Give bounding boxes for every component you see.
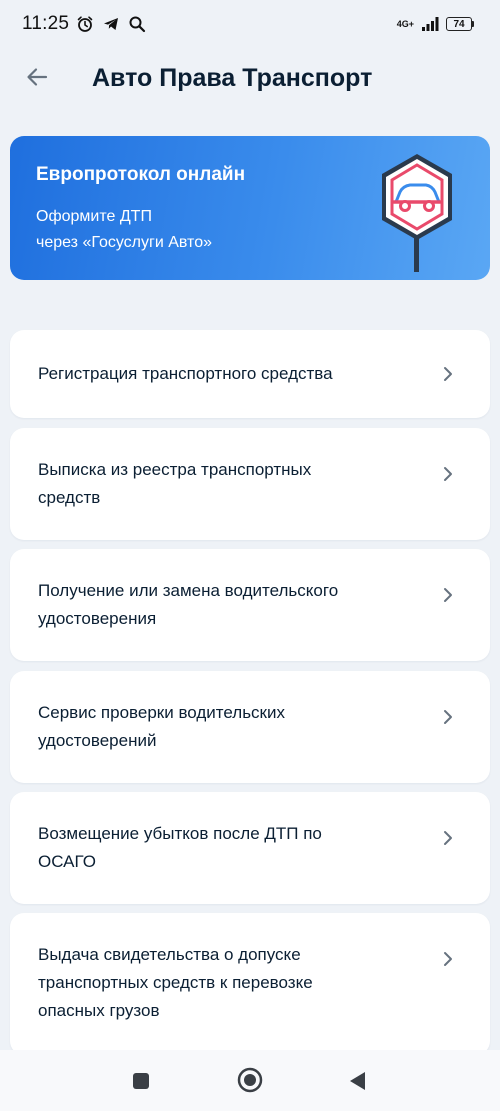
service-label-line2: средств <box>38 488 101 507</box>
battery-icon: 74 <box>446 17 474 31</box>
chevron-right-icon <box>438 585 458 605</box>
recent-apps-icon[interactable] <box>128 1068 154 1094</box>
network-label: 4G+ <box>396 18 414 29</box>
status-right: 4G+ 74 <box>397 14 474 34</box>
service-vehicle-registration[interactable]: Регистрация транспортного средства <box>10 330 490 418</box>
service-license-check[interactable]: Сервис проверки водительских удостоверен… <box>10 671 490 783</box>
service-label: Выписка из реестра транспортных средств <box>38 456 418 512</box>
car-road-sign-icon <box>376 150 458 274</box>
europrotocol-banner[interactable]: Европротокол онлайн Оформите ДТП через «… <box>10 136 490 280</box>
battery-tip <box>472 21 474 27</box>
header: Авто Права Транспорт <box>0 48 500 110</box>
service-vehicle-registry-extract[interactable]: Выписка из реестра транспортных средств <box>10 428 490 540</box>
home-icon[interactable] <box>236 1066 264 1094</box>
chevron-right-icon <box>438 707 458 727</box>
service-label-line3: опасных грузов <box>38 1001 160 1020</box>
service-label: Выдача свидетельства о допуске транспорт… <box>38 941 418 1025</box>
alarm-icon <box>75 14 95 34</box>
chevron-right-icon <box>438 364 458 384</box>
service-label-line2: ОСАГО <box>38 852 96 871</box>
telegram-icon <box>101 14 121 34</box>
service-hazardous-cargo-certificate[interactable]: Выдача свидетельства о допуске транспорт… <box>10 913 490 1055</box>
system-nav-bar <box>0 1050 500 1111</box>
service-label-line2: транспортных средств к перевозке <box>38 973 313 992</box>
service-label-line1: Возмещение убытков после ДТП по <box>38 824 322 843</box>
service-label-line1: Получение или замена водительского <box>38 581 339 600</box>
arrow-left-icon[interactable] <box>22 62 52 92</box>
service-label-line1: Сервис проверки водительских <box>38 703 285 722</box>
service-label-line1: Выдача свидетельства о допуске <box>38 945 301 964</box>
service-label: Сервис проверки водительских удостоверен… <box>38 699 418 755</box>
banner-subtitle-line2: через «Госуслуги Авто» <box>36 234 212 251</box>
service-label-line1: Регистрация транспортного средства <box>38 364 333 383</box>
service-driver-license[interactable]: Получение или замена водительского удост… <box>10 549 490 661</box>
service-osago-compensation[interactable]: Возмещение убытков после ДТП по ОСАГО <box>10 792 490 904</box>
page-title: Авто Права Транспорт <box>92 64 373 92</box>
back-triangle-icon[interactable] <box>344 1068 370 1094</box>
banner-subtitle: Оформите ДТП через «Госуслуги Авто» <box>36 204 336 256</box>
status-bar: 11:25 4G+ 74 <box>0 0 500 48</box>
banner-subtitle-line1: Оформите ДТП <box>36 208 152 225</box>
search-icon <box>127 14 147 34</box>
status-left: 11:25 <box>22 13 147 35</box>
battery-level: 74 <box>446 17 472 31</box>
service-label-line2: удостоверения <box>38 609 157 628</box>
status-time: 11:25 <box>22 13 70 34</box>
signal-icon <box>420 14 440 34</box>
banner-title: Европротокол онлайн <box>36 164 246 185</box>
service-label-line2: удостоверений <box>38 731 157 750</box>
service-label: Регистрация транспортного средства <box>38 360 418 388</box>
chevron-right-icon <box>438 949 458 969</box>
service-label: Возмещение убытков после ДТП по ОСАГО <box>38 820 418 876</box>
service-label: Получение или замена водительского удост… <box>38 577 418 633</box>
chevron-right-icon <box>438 828 458 848</box>
service-label-line1: Выписка из реестра транспортных <box>38 460 312 479</box>
chevron-right-icon <box>438 464 458 484</box>
